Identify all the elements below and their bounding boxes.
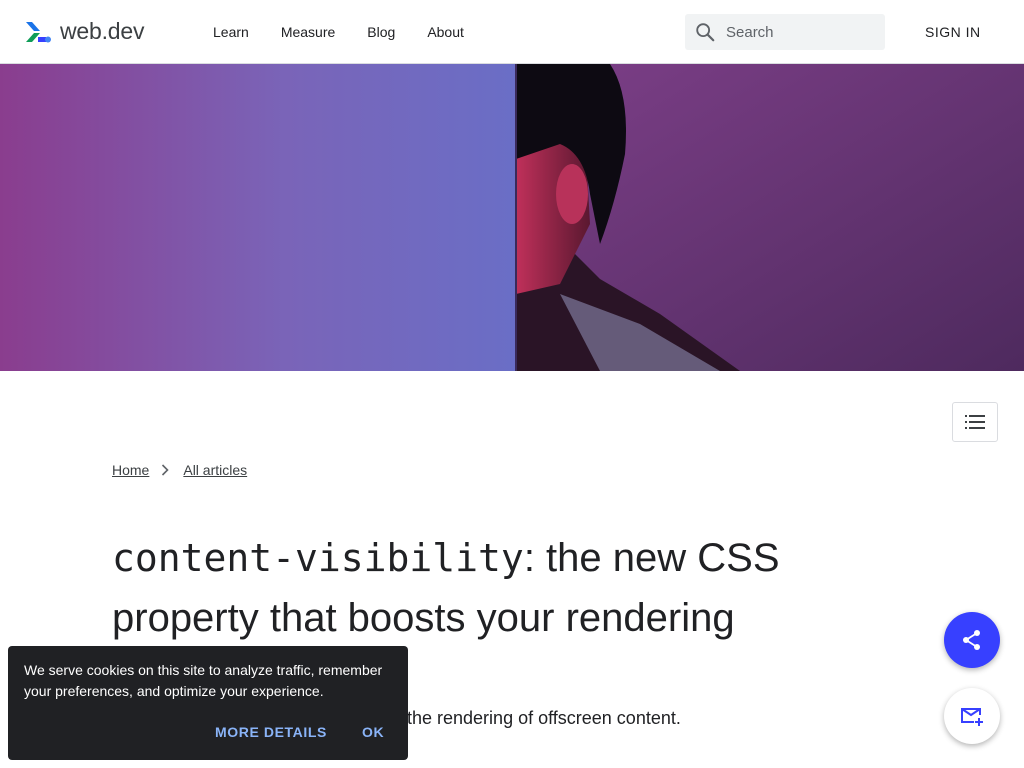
subtitle-text: the rendering of offscreen content. [407, 708, 681, 728]
nav-learn[interactable]: Learn [213, 24, 249, 40]
nav-about[interactable]: About [427, 24, 464, 40]
search-icon [696, 23, 715, 42]
nav-measure[interactable]: Measure [281, 24, 335, 40]
cookie-ok-button[interactable]: OK [362, 724, 384, 740]
main-nav: Learn Measure Blog About [213, 0, 496, 64]
mail-plus-icon [961, 708, 983, 726]
hero-image [0, 64, 1024, 371]
cookie-banner: We serve cookies on this site to analyze… [8, 646, 408, 760]
breadcrumb-all-articles[interactable]: All articles [183, 462, 247, 478]
article-title: content-visibility: the new CSS property… [112, 528, 832, 648]
chevron-right-icon [161, 464, 169, 476]
logo-text: web.dev [60, 18, 145, 44]
table-of-contents-icon [965, 415, 985, 429]
sign-in-button[interactable]: SIGN IN [925, 24, 981, 40]
more-details-button[interactable]: MORE DETAILS [215, 724, 327, 740]
cookie-message: We serve cookies on this site to analyze… [24, 662, 383, 699]
share-icon [963, 630, 980, 650]
share-button[interactable] [944, 612, 1000, 668]
site-logo[interactable]: web.dev [24, 18, 144, 45]
title-code: content-visibility [112, 536, 524, 580]
breadcrumb: Home All articles [112, 462, 247, 478]
nav-blog[interactable]: Blog [367, 24, 395, 40]
search-input[interactable] [724, 22, 878, 42]
search-box[interactable] [685, 14, 885, 50]
toc-toggle-button[interactable] [952, 402, 998, 442]
webdev-logo-icon [26, 21, 51, 42]
site-header: web.dev Learn Measure Blog About SIGN IN [0, 0, 1024, 64]
breadcrumb-home[interactable]: Home [112, 462, 149, 478]
subscribe-button[interactable] [944, 688, 1000, 744]
